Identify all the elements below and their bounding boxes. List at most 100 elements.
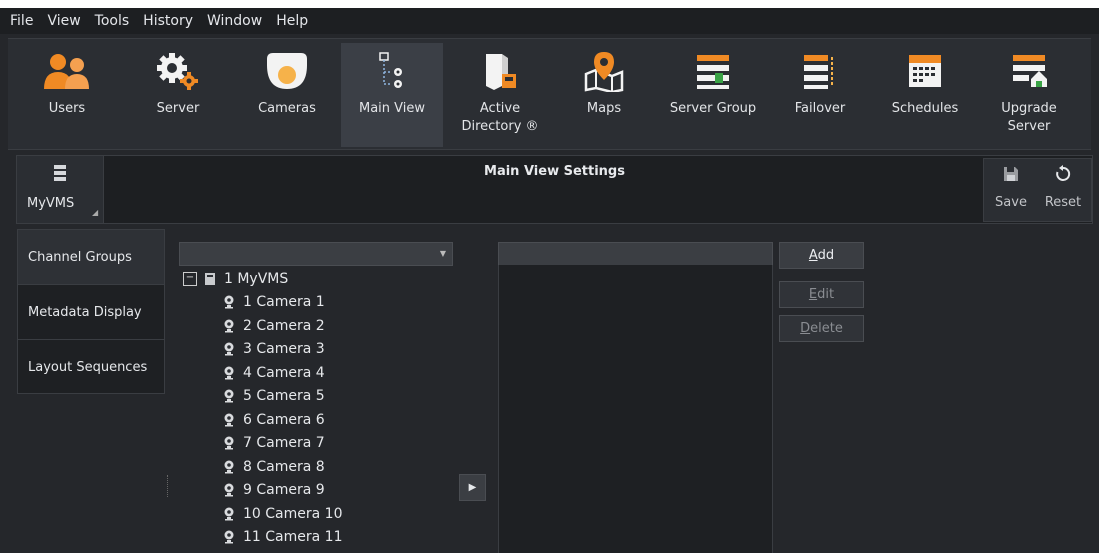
failover-icon <box>790 46 850 96</box>
tree-camera-label: 8 Camera 8 <box>243 458 325 475</box>
menu-help[interactable]: Help <box>269 13 315 29</box>
edit-button-label: dit <box>817 287 835 302</box>
tree-camera-label: 3 Camera 3 <box>243 341 325 357</box>
toolbar-label: Server Group <box>669 101 757 116</box>
channel-group-combo[interactable]: ▼ <box>179 242 453 266</box>
chevron-down-icon: ▼ <box>439 249 446 258</box>
settings-nav: Channel Groups Metadata Display Layout S… <box>17 229 165 394</box>
map-pin-icon <box>574 46 634 96</box>
tree-camera-node[interactable]: 2 Camera 2 <box>223 315 325 337</box>
toolbar-label: Main View <box>358 101 425 116</box>
tree-camera-node[interactable]: 3 Camera 3 <box>223 338 325 360</box>
menu-bar: File View Tools History Window Help <box>0 8 1099 34</box>
toolbar-label: Cameras <box>258 101 316 116</box>
tree-camera-label: 5 Camera 5 <box>243 388 325 404</box>
tab-layout-sequences[interactable]: Layout Sequences <box>18 340 164 394</box>
tree-camera-node[interactable]: 7 Camera 7 <box>223 432 325 454</box>
dropdown-caret-icon: ◢ <box>92 208 99 217</box>
panel-splitter[interactable] <box>167 475 170 497</box>
toolbar-server-button[interactable]: Server <box>127 43 229 147</box>
tree-camera-node[interactable]: 6 Camera 6 <box>223 409 325 431</box>
toolbar-main-view-button[interactable]: Main View <box>341 43 443 147</box>
channel-tree: − 1 MyVMS 1 Camera 1 2 Camera 2 3 Camera 3… <box>183 268 453 553</box>
toolbar-schedules-button[interactable]: Schedules <box>874 43 976 147</box>
save-icon <box>1002 167 1020 187</box>
toolbar-cameras-button[interactable]: Cameras <box>236 43 338 147</box>
toolbar-upgrade-server-button[interactable]: Upgrade Server <box>978 43 1080 147</box>
main-view-icon <box>362 46 422 96</box>
camera-icon <box>223 389 235 403</box>
server-gear-icon <box>148 46 208 96</box>
camera-icon <box>223 319 235 333</box>
camera-icon <box>223 295 235 309</box>
server-group-icon <box>683 46 743 96</box>
toolbar-label: Active Directory ® <box>461 101 539 134</box>
tab-channel-groups[interactable]: Channel Groups <box>18 230 164 285</box>
tree-camera-node[interactable]: 1 Camera 1 <box>223 291 325 313</box>
camera-icon <box>223 460 235 474</box>
menu-tools[interactable]: Tools <box>88 13 137 29</box>
group-list-header <box>498 242 773 266</box>
menu-view[interactable]: View <box>40 13 87 29</box>
toolbar-failover-button[interactable]: Failover <box>769 43 871 147</box>
delete-button-label: elete <box>810 321 843 336</box>
delete-button[interactable]: Delete <box>779 315 864 342</box>
toolbar-active-directory-button[interactable]: Active Directory ® <box>449 43 551 147</box>
tree-camera-node[interactable]: 5 Camera 5 <box>223 385 325 407</box>
tree-camera-node[interactable]: 10 Camera 10 <box>223 503 342 525</box>
toolbar-label: Maps <box>586 101 622 116</box>
main-view-settings-bar: MyVMS ◢ Main View Settings Save Reset <box>16 155 1093 224</box>
camera-icon <box>223 483 235 497</box>
tree-camera-node[interactable]: 8 Camera 8 <box>223 456 325 478</box>
play-arrow-icon: ▶ <box>468 482 477 493</box>
toolbar-server-group-button[interactable]: Server Group <box>662 43 764 147</box>
upgrade-server-icon <box>999 46 1059 96</box>
toolbar-maps-button[interactable]: Maps <box>553 43 655 147</box>
add-button[interactable]: Add <box>779 242 864 269</box>
tree-camera-label: 2 Camera 2 <box>243 317 325 334</box>
tree-camera-node[interactable]: 4 Camera 4 <box>223 362 325 384</box>
tree-camera-label: 7 Camera 7 <box>243 435 325 451</box>
window-top-edge <box>0 0 1099 8</box>
camera-icon <box>223 530 235 544</box>
edit-button[interactable]: Edit <box>779 281 864 308</box>
main-toolbar: Users Server Cameras Main View Active Di… <box>8 38 1091 150</box>
group-list[interactable] <box>498 265 773 553</box>
server-icon <box>204 272 216 286</box>
active-directory-icon <box>470 46 530 96</box>
tree-camera-label: 11 Camera 11 <box>243 529 343 545</box>
save-button[interactable]: Save <box>986 165 1036 210</box>
toolbar-label: Failover <box>794 101 846 116</box>
tree-camera-label: 4 Camera 4 <box>243 364 325 381</box>
users-icon <box>37 46 97 96</box>
tree-camera-label: 10 Camera 10 <box>243 505 343 522</box>
reset-label: Reset <box>1044 195 1082 210</box>
reset-button[interactable]: Reset <box>1038 165 1088 210</box>
dome-camera-icon <box>257 46 317 96</box>
collapse-icon[interactable]: − <box>183 272 197 286</box>
save-reset-group: Save Reset <box>983 158 1092 222</box>
camera-icon <box>223 413 235 427</box>
save-label: Save <box>995 195 1027 210</box>
tree-camera-node[interactable]: 9 Camera 9 <box>223 479 325 501</box>
tree-camera-label: 6 Camera 6 <box>243 411 325 428</box>
toolbar-label: Upgrade Server <box>1001 101 1057 134</box>
camera-icon <box>223 507 235 521</box>
tree-camera-node[interactable]: 11 Camera 11 <box>223 526 342 548</box>
page-title: Main View Settings <box>484 164 625 179</box>
tree-camera-label: 1 Camera 1 <box>243 294 325 310</box>
menu-window[interactable]: Window <box>200 13 269 29</box>
tree-root-label: 1 MyVMS <box>224 271 289 287</box>
menu-history[interactable]: History <box>136 13 200 29</box>
tree-camera-label: 9 Camera 9 <box>243 482 325 498</box>
tree-root-node[interactable]: − 1 MyVMS <box>183 268 288 290</box>
add-button-hotkey: A <box>808 248 818 263</box>
menu-file[interactable]: File <box>0 13 40 29</box>
tab-metadata-display[interactable]: Metadata Display <box>18 285 164 340</box>
add-to-group-button[interactable]: ▶ <box>459 474 486 501</box>
toolbar-label: Schedules <box>891 101 959 116</box>
add-button-label: dd <box>817 248 835 263</box>
toolbar-users-button[interactable]: Users <box>16 43 118 147</box>
toolbar-label: Server <box>156 101 200 116</box>
server-name: MyVMS <box>27 196 75 211</box>
